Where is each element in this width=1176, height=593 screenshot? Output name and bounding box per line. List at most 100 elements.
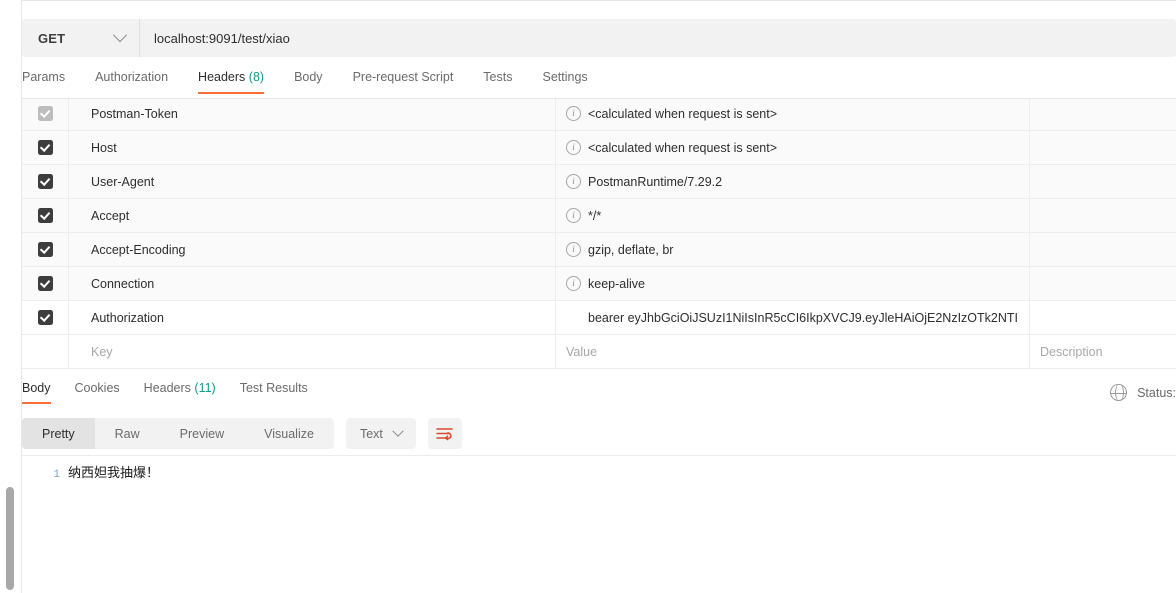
header-description[interactable]	[1030, 165, 1176, 198]
new-description-input[interactable]: Description	[1030, 335, 1176, 368]
header-description[interactable]	[1030, 301, 1176, 334]
header-key[interactable]: Accept	[69, 199, 556, 232]
header-key[interactable]: Connection	[69, 267, 556, 300]
row-checkbox-cell[interactable]	[22, 165, 69, 198]
header-value: <calculated when request is sent>	[588, 140, 778, 155]
response-tab-headers-count: (11)	[194, 381, 216, 395]
header-description[interactable]	[1030, 131, 1176, 164]
new-value-input[interactable]: Value	[556, 335, 1030, 368]
checkbox-icon	[38, 344, 53, 359]
header-key[interactable]: Authorization	[69, 301, 556, 334]
url-input[interactable]: localhost:9091/test/xiao	[140, 19, 1176, 57]
header-value: bearer eyJhbGciOiJSUzI1NiIsInR5cCI6IkpXV…	[588, 310, 1018, 325]
response-tab-cookies[interactable]: Cookies	[75, 381, 120, 404]
format-preview-button[interactable]: Preview	[160, 418, 244, 449]
checkbox-icon[interactable]	[37, 276, 53, 291]
header-description[interactable]	[1030, 233, 1176, 266]
language-dropdown[interactable]: Text	[345, 418, 416, 449]
tab-tests[interactable]: Tests	[483, 67, 512, 93]
header-key[interactable]: Postman-Token	[69, 97, 556, 130]
header-key[interactable]: Accept-Encoding	[69, 233, 556, 266]
checkbox-icon[interactable]	[37, 106, 53, 121]
response-body-viewer[interactable]: 1 纳西妲我抽爆！	[22, 455, 1176, 593]
tab-authorization-label: Authorization	[95, 70, 169, 84]
row-checkbox-cell[interactable]	[22, 199, 69, 232]
header-value-cell[interactable]: i gzip, deflate, br	[556, 233, 1030, 266]
row-checkbox-cell[interactable]	[22, 97, 69, 130]
header-key[interactable]: User-Agent	[69, 165, 556, 198]
response-body-toolbar: Pretty Raw Preview Visualize Text	[22, 418, 462, 449]
table-row[interactable]: User-Agent i PostmanRuntime/7.29.2	[22, 165, 1176, 199]
table-row[interactable]: Host i <calculated when request is sent>	[22, 131, 1176, 165]
header-description[interactable]	[1030, 199, 1176, 232]
response-tab-bar: Body Cookies Headers (11) Test Results S…	[22, 381, 1176, 407]
response-tab-body[interactable]: Body	[22, 381, 51, 404]
info-icon[interactable]: i	[566, 242, 581, 257]
header-value-cell[interactable]: i PostmanRuntime/7.29.2	[556, 165, 1030, 198]
tab-pre-request-script[interactable]: Pre-request Script	[353, 67, 454, 93]
response-tab-test-results[interactable]: Test Results	[240, 381, 308, 404]
tab-headers-count: (8)	[248, 70, 265, 84]
header-value: PostmanRuntime/7.29.2	[588, 174, 723, 189]
tab-settings-label: Settings	[542, 70, 588, 84]
table-row[interactable]: Connection i keep-alive	[22, 267, 1176, 301]
header-value-cell[interactable]: i */*	[556, 199, 1030, 232]
header-value-cell[interactable]: bearer eyJhbGciOiJSUzI1NiIsInR5cCI6IkpXV…	[556, 301, 1030, 334]
response-tab-headers[interactable]: Headers (11)	[144, 381, 216, 404]
headers-table: Cache-Control ino-cache Postman-Token i<…	[22, 88, 1176, 375]
checkbox-icon[interactable]	[37, 208, 53, 223]
tab-headers-label: Headers	[198, 70, 246, 84]
row-checkbox-cell[interactable]	[22, 267, 69, 300]
chevron-down-icon	[112, 28, 128, 43]
info-icon[interactable]: i	[566, 106, 581, 121]
row-checkbox-cell[interactable]	[22, 233, 69, 266]
row-checkbox-cell[interactable]	[22, 131, 69, 164]
tab-params-label: Params	[22, 70, 66, 84]
vertical-scrollbar-thumb[interactable]	[6, 487, 14, 590]
header-value-cell[interactable]: i <calculated when request is sent>	[556, 131, 1030, 164]
table-row-new[interactable]: Key Value Description	[22, 335, 1176, 369]
header-value: */*	[588, 208, 602, 223]
tab-tests-label: Tests	[483, 70, 513, 84]
table-row[interactable]: Accept-Encoding i gzip, deflate, br	[22, 233, 1176, 267]
globe-icon[interactable]	[1109, 383, 1128, 402]
checkbox-icon[interactable]	[37, 174, 53, 189]
wrap-text-button[interactable]	[427, 418, 462, 449]
info-icon[interactable]: i	[566, 276, 581, 291]
header-description[interactable]	[1030, 267, 1176, 300]
header-value-cell[interactable]: i keep-alive	[556, 267, 1030, 300]
info-icon[interactable]: i	[566, 208, 581, 223]
tab-headers[interactable]: Headers (8)	[198, 67, 265, 94]
row-checkbox-cell[interactable]	[22, 301, 69, 334]
response-format-segmented-control: Pretty Raw Preview Visualize	[22, 418, 334, 449]
language-dropdown-value: Text	[359, 426, 383, 441]
tab-body-label: Body	[294, 70, 323, 84]
info-icon[interactable]: i	[566, 140, 581, 155]
format-pretty-button[interactable]: Pretty	[22, 418, 95, 449]
tab-authorization[interactable]: Authorization	[95, 67, 168, 93]
chevron-down-icon	[392, 425, 404, 437]
info-icon[interactable]: i	[566, 174, 581, 189]
response-status-area: Status:	[1109, 383, 1176, 402]
header-description[interactable]	[1030, 97, 1176, 130]
table-row[interactable]: Accept i */*	[22, 199, 1176, 233]
tab-params[interactable]: Params	[22, 67, 65, 93]
tab-settings[interactable]: Settings	[542, 67, 587, 93]
header-value-cell[interactable]: i <calculated when request is sent>	[556, 97, 1030, 130]
table-row[interactable]: Authorization bearer eyJhbGciOiJSUzI1NiI…	[22, 301, 1176, 335]
checkbox-icon[interactable]	[37, 310, 53, 325]
tab-body[interactable]: Body	[294, 67, 323, 93]
left-scroll-rail	[0, 0, 22, 593]
format-raw-button[interactable]: Raw	[95, 418, 160, 449]
format-visualize-button[interactable]: Visualize	[244, 418, 334, 449]
row-checkbox-cell	[22, 335, 69, 368]
new-key-input[interactable]: Key	[69, 335, 556, 368]
checkbox-icon[interactable]	[37, 140, 53, 155]
table-row[interactable]: Postman-Token i <calculated when request …	[22, 97, 1176, 131]
checkbox-icon[interactable]	[37, 242, 53, 257]
response-tab-test-results-label: Test Results	[239, 381, 308, 395]
request-tab-bar: Params Authorization Headers (8) Body Pr…	[22, 67, 1176, 99]
http-method-selector[interactable]: GET	[22, 19, 140, 57]
response-tab-headers-label: Headers	[143, 381, 191, 395]
header-key[interactable]: Host	[69, 131, 556, 164]
